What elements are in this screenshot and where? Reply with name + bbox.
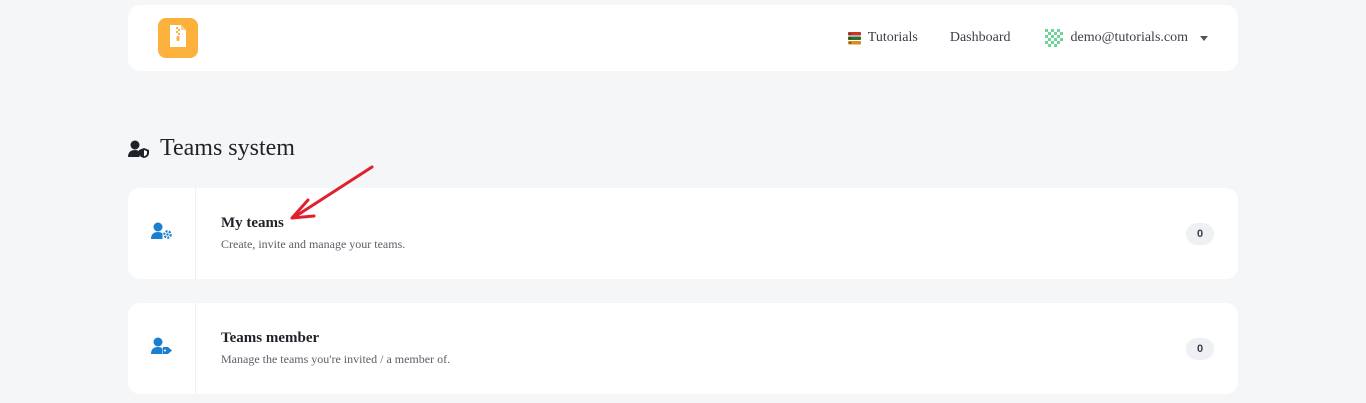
app-logo[interactable] xyxy=(158,18,198,58)
top-navbar: Tutorials Dashboard demo@tutorials.com xyxy=(128,5,1238,71)
zip-file-icon xyxy=(168,24,188,53)
card-description: Create, invite and manage your teams. xyxy=(221,237,406,251)
teams-member-card[interactable]: Teams member Manage the teams you're inv… xyxy=(128,303,1238,394)
user-menu-dropdown[interactable]: demo@tutorials.com xyxy=(1043,27,1208,49)
user-avatar-icon xyxy=(1043,27,1065,49)
card-icon-cell xyxy=(128,303,196,394)
count-badge: 0 xyxy=(1186,337,1214,360)
card-text: My teams Create, invite and manage your … xyxy=(221,215,1186,252)
nav-dashboard-label: Dashboard xyxy=(949,30,1011,45)
my-teams-card[interactable]: My teams Create, invite and manage your … xyxy=(128,188,1238,279)
books-icon xyxy=(847,31,862,46)
page-title: Teams system xyxy=(128,135,295,162)
card-title[interactable]: My teams xyxy=(221,215,1186,232)
card-title[interactable]: Teams member xyxy=(221,330,1186,347)
header-nav: Tutorials Dashboard demo@tutorials.com xyxy=(847,27,1208,49)
page: Tutorials Dashboard demo@tutorials.com T… xyxy=(0,0,1366,403)
count-badge: 0 xyxy=(1186,222,1214,245)
user-shield-icon xyxy=(128,140,150,158)
chevron-down-icon xyxy=(1200,35,1208,41)
user-tag-icon xyxy=(150,337,173,360)
card-description: Manage the teams you're invited / a memb… xyxy=(221,352,451,366)
card-text: Teams member Manage the teams you're inv… xyxy=(221,330,1186,367)
user-email-label: demo@tutorials.com xyxy=(1070,30,1188,45)
nav-dashboard-link[interactable]: Dashboard xyxy=(950,30,1011,46)
nav-tutorials-label: Tutorials xyxy=(867,30,918,45)
section-title-text: Teams system xyxy=(160,135,295,161)
user-gear-icon xyxy=(150,222,173,245)
card-icon-cell xyxy=(128,188,196,279)
nav-tutorials-link[interactable]: Tutorials xyxy=(847,30,918,46)
